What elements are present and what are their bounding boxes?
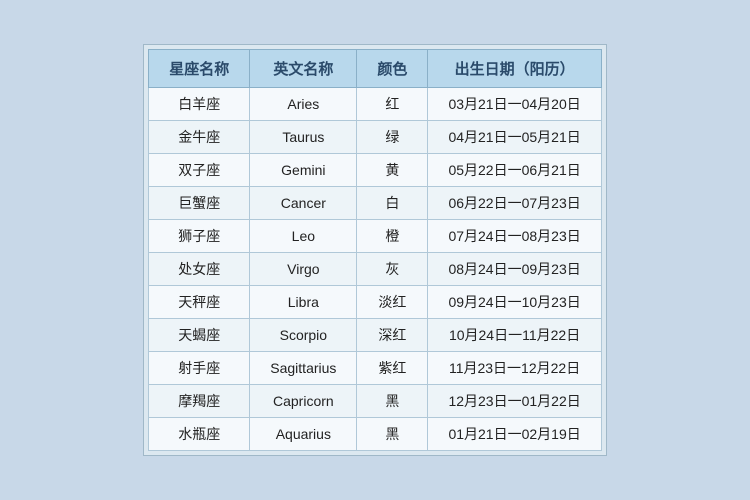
- cell-english: Libra: [250, 286, 357, 319]
- cell-english: Capricorn: [250, 385, 357, 418]
- cell-chinese: 双子座: [149, 154, 250, 187]
- cell-color: 紫红: [357, 352, 428, 385]
- cell-color: 白: [357, 187, 428, 220]
- cell-dates: 11月23日一12月22日: [428, 352, 601, 385]
- table-row: 射手座Sagittarius紫红11月23日一12月22日: [149, 352, 601, 385]
- table-row: 双子座Gemini黄05月22日一06月21日: [149, 154, 601, 187]
- cell-english: Taurus: [250, 121, 357, 154]
- table-row: 金牛座Taurus绿04月21日一05月21日: [149, 121, 601, 154]
- cell-chinese: 射手座: [149, 352, 250, 385]
- cell-color: 灰: [357, 253, 428, 286]
- table-row: 白羊座Aries红03月21日一04月20日: [149, 88, 601, 121]
- cell-color: 淡红: [357, 286, 428, 319]
- cell-dates: 08月24日一09月23日: [428, 253, 601, 286]
- col-header-english: 英文名称: [250, 50, 357, 88]
- cell-dates: 10月24日一11月22日: [428, 319, 601, 352]
- table-row: 水瓶座Aquarius黑01月21日一02月19日: [149, 418, 601, 451]
- cell-color: 黄: [357, 154, 428, 187]
- table-row: 狮子座Leo橙07月24日一08月23日: [149, 220, 601, 253]
- cell-chinese: 白羊座: [149, 88, 250, 121]
- table-row: 巨蟹座Cancer白06月22日一07月23日: [149, 187, 601, 220]
- cell-chinese: 天蝎座: [149, 319, 250, 352]
- table-header-row: 星座名称 英文名称 颜色 出生日期（阳历）: [149, 50, 601, 88]
- cell-english: Cancer: [250, 187, 357, 220]
- cell-english: Aries: [250, 88, 357, 121]
- zodiac-table: 星座名称 英文名称 颜色 出生日期（阳历） 白羊座Aries红03月21日一04…: [148, 49, 601, 451]
- cell-english: Scorpio: [250, 319, 357, 352]
- zodiac-table-container: 星座名称 英文名称 颜色 出生日期（阳历） 白羊座Aries红03月21日一04…: [143, 44, 606, 456]
- table-row: 天蝎座Scorpio深红10月24日一11月22日: [149, 319, 601, 352]
- cell-dates: 05月22日一06月21日: [428, 154, 601, 187]
- cell-color: 黑: [357, 418, 428, 451]
- cell-dates: 06月22日一07月23日: [428, 187, 601, 220]
- cell-chinese: 巨蟹座: [149, 187, 250, 220]
- cell-chinese: 处女座: [149, 253, 250, 286]
- cell-english: Virgo: [250, 253, 357, 286]
- table-row: 天秤座Libra淡红09月24日一10月23日: [149, 286, 601, 319]
- cell-dates: 03月21日一04月20日: [428, 88, 601, 121]
- cell-dates: 12月23日一01月22日: [428, 385, 601, 418]
- cell-dates: 04月21日一05月21日: [428, 121, 601, 154]
- cell-chinese: 金牛座: [149, 121, 250, 154]
- cell-chinese: 天秤座: [149, 286, 250, 319]
- col-header-chinese: 星座名称: [149, 50, 250, 88]
- cell-color: 红: [357, 88, 428, 121]
- table-row: 摩羯座Capricorn黑12月23日一01月22日: [149, 385, 601, 418]
- cell-english: Aquarius: [250, 418, 357, 451]
- cell-color: 绿: [357, 121, 428, 154]
- cell-english: Leo: [250, 220, 357, 253]
- cell-chinese: 狮子座: [149, 220, 250, 253]
- cell-english: Sagittarius: [250, 352, 357, 385]
- col-header-color: 颜色: [357, 50, 428, 88]
- cell-dates: 07月24日一08月23日: [428, 220, 601, 253]
- cell-english: Gemini: [250, 154, 357, 187]
- cell-dates: 09月24日一10月23日: [428, 286, 601, 319]
- cell-color: 橙: [357, 220, 428, 253]
- cell-chinese: 水瓶座: [149, 418, 250, 451]
- table-body: 白羊座Aries红03月21日一04月20日金牛座Taurus绿04月21日一0…: [149, 88, 601, 451]
- cell-dates: 01月21日一02月19日: [428, 418, 601, 451]
- cell-color: 深红: [357, 319, 428, 352]
- cell-chinese: 摩羯座: [149, 385, 250, 418]
- table-row: 处女座Virgo灰08月24日一09月23日: [149, 253, 601, 286]
- col-header-dates: 出生日期（阳历）: [428, 50, 601, 88]
- cell-color: 黑: [357, 385, 428, 418]
